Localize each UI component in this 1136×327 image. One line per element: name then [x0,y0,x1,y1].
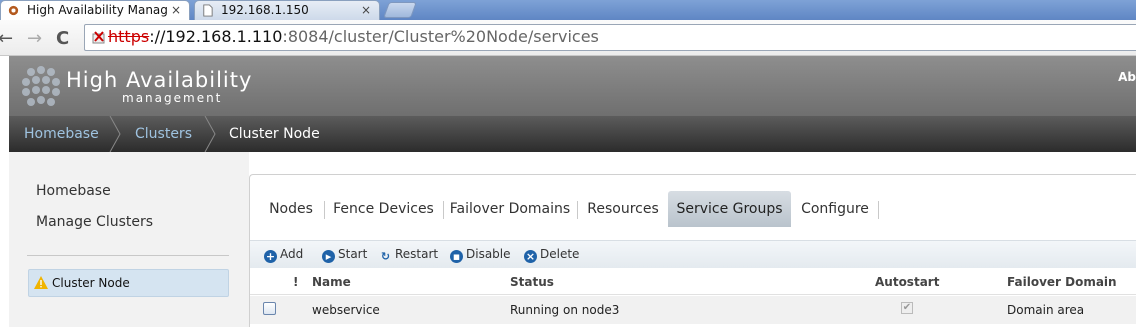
tab-title: 192.168.1.150 [221,3,309,17]
logo-icon [22,66,60,106]
breadcrumb-current: Cluster Node [229,126,320,142]
add-button[interactable]: + Add [264,247,303,263]
gear-favicon-icon [8,5,19,16]
tab-configure[interactable]: Configure [797,191,873,227]
service-failover-domain: Domain area [1007,303,1085,317]
delete-button[interactable]: × Delete [524,247,579,263]
reload-icon[interactable]: C [56,28,69,49]
url-text[interactable]: https://192.168.1.110:8084/cluster/Clust… [108,27,599,46]
column-header-status[interactable]: Status [510,275,554,289]
start-label: Start [338,247,368,261]
back-icon[interactable]: ← [0,28,13,49]
disable-button[interactable]: ▪ Disable [450,247,511,263]
browser-tab-ha-manager[interactable]: High Availability Manag × [0,0,190,20]
delete-label: Delete [540,247,580,261]
column-header-autostart[interactable]: Autostart [875,275,939,289]
tab-service-groups[interactable]: Service Groups [668,191,791,227]
table-row[interactable]: webservice Running on node3 ✔ Domain are… [250,296,1136,324]
breadcrumb-clusters[interactable]: Clusters [135,126,192,142]
sidebar-item-cluster-node[interactable]: Cluster Node [28,269,229,297]
breadcrumb-separator-icon [109,116,121,152]
browser-tab-ip[interactable]: 192.168.1.150 × [194,0,380,20]
table-header: ! Name Status Autostart Failover Domain [250,268,1136,295]
start-button[interactable]: ▸ Start [322,247,367,263]
disable-icon: ▪ [450,250,463,263]
service-status: Running on node3 [510,303,620,317]
tab-divider [577,201,578,219]
sidebar-item-manage-clusters[interactable]: Manage Clusters [36,214,153,230]
delete-icon: × [524,250,537,263]
add-icon: + [264,250,277,263]
tab-nodes[interactable]: Nodes [266,191,316,227]
tab-title: High Availability Manag [27,3,168,17]
column-header-failover-domain[interactable]: Failover Domain [1007,275,1117,289]
tab-fence-devices[interactable]: Fence Devices [330,191,437,227]
page-favicon-icon [203,4,213,17]
url-protocol: https [108,27,150,46]
action-toolbar: + Add ▸ Start ↻ Restart ▪ Disable × Delete [250,240,1136,268]
restart-label: Restart [395,247,439,261]
add-label: Add [280,247,304,261]
warning-icon [34,276,48,289]
browser-tab-bar: High Availability Manag × 192.168.1.150 … [0,0,1136,20]
breadcrumb: Homebase Clusters Cluster Node [9,116,1136,152]
main-content: Nodes Fence Devices Failover Domains Res… [249,174,1136,327]
disable-label: Disable [466,247,511,261]
autostart-checkbox: ✔ [901,302,913,314]
close-tab-icon[interactable]: × [361,3,371,17]
tab-divider [443,201,444,219]
app-header: High Availability management Ab [9,56,1136,116]
service-name[interactable]: webservice [312,303,380,317]
restart-button[interactable]: ↻ Restart [379,247,438,263]
sidebar-divider [27,255,229,256]
tab-failover-domains[interactable]: Failover Domains [449,191,571,227]
column-header-name[interactable]: Name [312,275,351,289]
breadcrumb-homebase[interactable]: Homebase [24,126,99,142]
breadcrumb-separator-icon [204,116,216,152]
url-host: ://192.168.1.110 [149,27,283,46]
tab-resources[interactable]: Resources [583,191,663,227]
left-sidebar: Homebase Manage Clusters Cluster Node [9,152,249,327]
app: High Availability management Ab Homebase… [9,56,1136,327]
app-subtitle: management [122,91,223,105]
tab-divider [324,201,325,219]
sidebar-item-label: Cluster Node [52,276,130,290]
url-path: :8084/cluster/Cluster%20Node/services [282,27,599,46]
close-tab-icon[interactable]: × [171,3,181,17]
column-header-flag[interactable]: ! [293,275,298,289]
sidebar-item-homebase[interactable]: Homebase [36,183,111,199]
restart-icon: ↻ [380,250,391,263]
about-link[interactable]: Ab [1118,70,1136,84]
tab-divider [878,201,879,219]
start-icon: ▸ [322,250,335,263]
app-title: High Availability [66,68,253,92]
new-tab-button[interactable] [383,2,417,18]
forward-icon[interactable]: → [27,28,42,49]
insecure-lock-icon [92,31,105,44]
row-select-checkbox[interactable] [263,302,276,315]
